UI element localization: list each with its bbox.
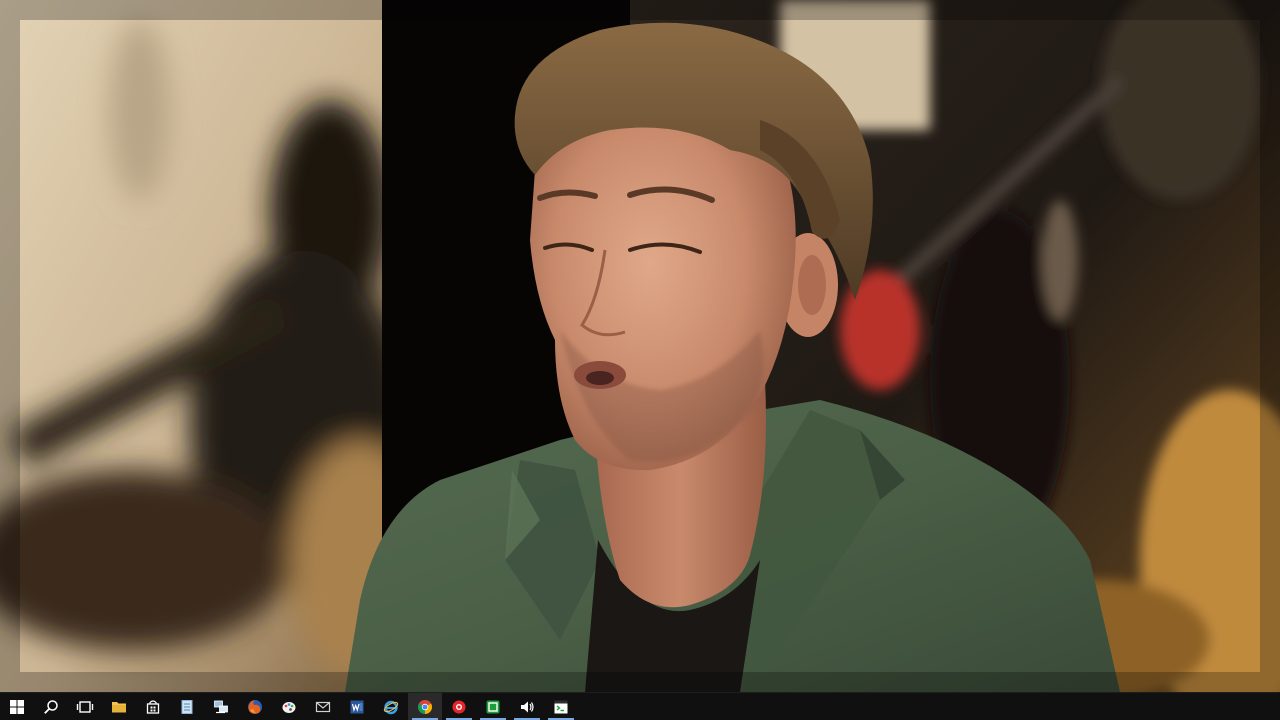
taskbar-red-app[interactable]	[442, 693, 476, 720]
document-icon	[181, 699, 193, 714]
taskbar-network-app[interactable]	[204, 693, 238, 720]
task-view-button[interactable]	[68, 693, 102, 720]
taskbar-firefox[interactable]	[238, 693, 272, 720]
task-view-icon	[76, 700, 94, 713]
search-icon	[44, 699, 58, 714]
taskbar-paint-app[interactable]	[272, 693, 306, 720]
ie-icon	[383, 700, 399, 714]
firefox-icon	[248, 699, 262, 714]
folder-icon	[112, 701, 126, 712]
taskbar-word[interactable]	[340, 693, 374, 720]
taskbar-internet-explorer[interactable]	[374, 693, 408, 720]
network-icon	[214, 700, 228, 713]
search-button[interactable]	[34, 693, 68, 720]
paint-icon	[282, 701, 296, 713]
store-icon	[146, 699, 160, 714]
terminal-icon	[554, 700, 568, 713]
studio-scene	[0, 0, 1280, 692]
taskbar-terminal-app[interactable]	[544, 693, 578, 720]
word-icon	[350, 700, 364, 713]
taskbar-file-explorer[interactable]	[102, 693, 136, 720]
start-button[interactable]	[0, 693, 34, 720]
speaker-icon	[521, 701, 534, 712]
video-frame[interactable]	[0, 0, 1280, 692]
taskbar-green-app[interactable]	[476, 693, 510, 720]
taskbar	[0, 692, 1280, 720]
taskbar-audio-app[interactable]	[510, 693, 544, 720]
mail-icon	[315, 701, 331, 712]
red-circle-app-icon	[452, 700, 466, 713]
windows-logo-icon	[10, 699, 24, 714]
taskbar-document-app[interactable]	[170, 693, 204, 720]
chrome-icon	[418, 699, 432, 714]
taskbar-mail-app[interactable]	[306, 693, 340, 720]
desktop-screen	[0, 0, 1280, 720]
taskbar-chrome[interactable]	[408, 693, 442, 720]
green-app-icon	[486, 700, 500, 713]
taskbar-store[interactable]	[136, 693, 170, 720]
